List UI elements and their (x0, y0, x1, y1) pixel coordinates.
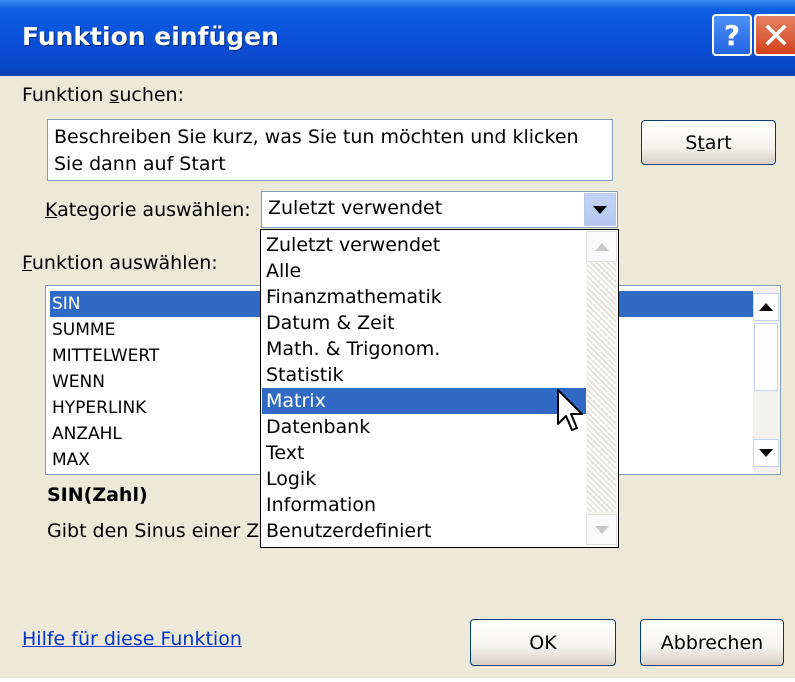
list-item[interactable]: HYPERLINK (50, 395, 146, 421)
category-label: Kategorie auswählen: (45, 199, 251, 221)
function-syntax: SIN(Zahl) (47, 484, 148, 506)
arrow-up-icon (594, 242, 609, 251)
category-option[interactable]: Logik (262, 466, 316, 492)
scroll-down-button[interactable] (753, 439, 779, 467)
function-description: Gibt den Sinus einer Za (47, 520, 271, 542)
category-option[interactable]: Information (262, 492, 376, 518)
chevron-down-icon (593, 205, 607, 214)
function-list-label: Funktion auswählen: (22, 252, 218, 274)
insert-function-dialog: Funktion einfügen ? Funktion suchen: Bes… (0, 0, 795, 682)
arrow-down-icon (759, 449, 773, 457)
dropdown-scrollbar[interactable] (586, 231, 617, 546)
list-item[interactable]: MITTELWERT (50, 343, 159, 369)
start-button[interactable]: St art (641, 120, 776, 165)
category-select[interactable]: Zuletzt verwendet (261, 191, 618, 228)
function-list-scrollbar[interactable] (753, 287, 779, 473)
category-option[interactable]: Datenbank (262, 414, 370, 440)
arrow-down-icon (594, 525, 609, 534)
dropdown-scroll-up-button[interactable] (586, 231, 617, 262)
search-label: Funktion suchen: (22, 84, 184, 106)
dropdown-scroll-down-button[interactable] (586, 514, 617, 545)
dropdown-scroll-track[interactable] (587, 262, 616, 512)
ok-button[interactable]: OK (470, 619, 616, 666)
cancel-button[interactable]: Abbrechen (640, 619, 784, 666)
category-selected-value: Zuletzt verwendet (268, 197, 443, 219)
category-option[interactable]: Datum & Zeit (262, 310, 395, 336)
category-option[interactable]: Zuletzt verwendet (262, 232, 440, 258)
help-button[interactable]: ? (712, 14, 752, 56)
dialog-title: Funktion einfügen (22, 22, 279, 51)
arrow-up-icon (759, 303, 773, 311)
list-item[interactable]: SUMME (50, 317, 115, 343)
help-link[interactable]: Hilfe für diese Funktion (22, 628, 242, 650)
category-option-highlighted[interactable]: Matrix (262, 388, 588, 414)
list-item[interactable]: WENN (50, 369, 105, 395)
search-input[interactable]: Beschreiben Sie kurz, was Sie tun möchte… (47, 119, 613, 181)
category-option[interactable]: Math. & Trigonom. (262, 336, 440, 362)
category-dropdown-button[interactable] (584, 193, 616, 226)
close-button[interactable] (754, 14, 795, 56)
category-option[interactable]: Text (262, 440, 304, 466)
scroll-up-button[interactable] (753, 293, 779, 321)
category-option[interactable]: Statistik (262, 362, 344, 388)
category-option[interactable]: Benutzerdefiniert (262, 518, 431, 544)
close-icon (765, 24, 786, 46)
title-bar: Funktion einfügen ? (0, 0, 795, 76)
question-icon: ? (723, 18, 741, 52)
list-item[interactable]: MAX (50, 447, 90, 473)
list-item[interactable]: ANZAHL (50, 421, 122, 447)
bottom-edge (0, 678, 795, 682)
category-option[interactable]: Alle (262, 258, 301, 284)
mouse-cursor-icon (557, 389, 583, 431)
category-option[interactable]: Finanzmathematik (262, 284, 442, 310)
scroll-thumb[interactable] (754, 323, 778, 391)
